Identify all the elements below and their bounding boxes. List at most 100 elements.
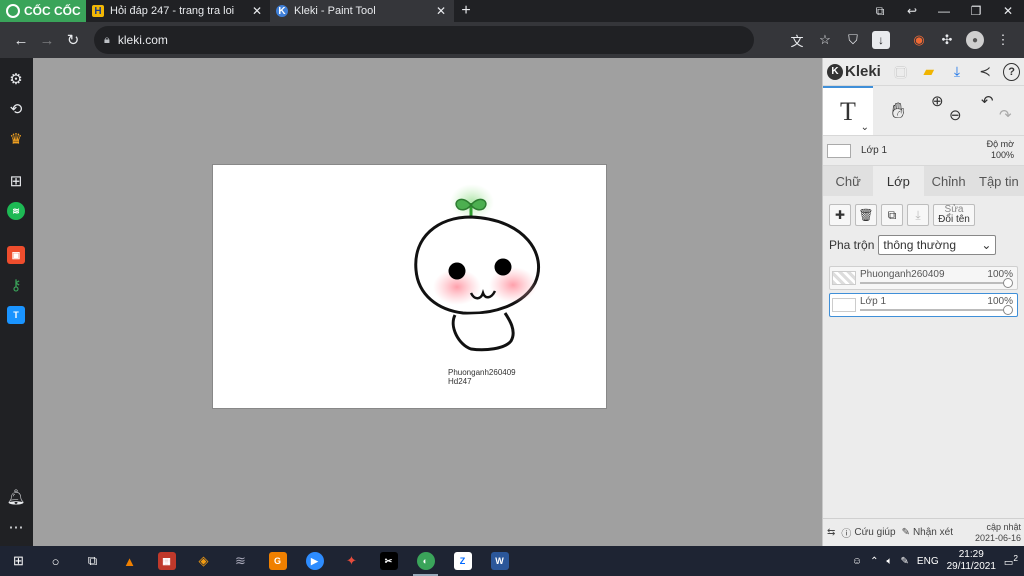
minimize-button[interactable]: — (928, 4, 960, 18)
redo-icon[interactable]: ↷ (999, 106, 1012, 124)
open-folder-icon[interactable]: ▰ (917, 60, 941, 84)
opacity-slider-handle[interactable] (1003, 305, 1013, 315)
tab-kleki[interactable]: K Kleki - Paint Tool ✕ (270, 0, 454, 22)
browser-brand-button[interactable]: CỐC CỐC (0, 0, 86, 22)
kleki-logo[interactable]: K Kleki (827, 63, 885, 80)
shield-icon[interactable]: ⛉ (840, 27, 866, 53)
history-icon[interactable]: ⟲ (5, 98, 27, 120)
history-controls: ↶ ↷ (973, 86, 1023, 135)
help-icon[interactable]: ? (1003, 62, 1020, 81)
notification-icon[interactable]: ▭2 (1004, 553, 1018, 568)
panel-tabs: Chữ Lớp Chỉnh Tập tin (823, 166, 1024, 196)
opacity-slider-handle[interactable] (1003, 278, 1013, 288)
tab-text[interactable]: Chữ (823, 166, 874, 196)
extension-colorful-icon[interactable]: ◉ (906, 27, 932, 53)
lock-icon: 🔒︎ (104, 33, 110, 46)
app-orange-icon[interactable]: ◈ (185, 546, 222, 576)
text-tool-button[interactable]: T ⌄ (823, 86, 873, 135)
opacity-slider-track[interactable] (860, 282, 1009, 284)
more-icon[interactable]: ⋯ (5, 516, 27, 538)
capcut-icon[interactable]: ✂ (370, 546, 407, 576)
layer-item[interactable]: Lớp 1 100% (829, 293, 1018, 317)
help-link[interactable]: ⓘ Cứu giúp (841, 525, 895, 540)
chevron-up-icon[interactable]: ⌃ (870, 556, 878, 567)
reload-button[interactable]: ↻ (60, 27, 86, 53)
windows-start-icon[interactable]: ⊞ (0, 546, 37, 576)
extensions-puzzle-icon[interactable]: ✣ (934, 27, 960, 53)
share-icon[interactable]: ≺ (973, 60, 997, 84)
eye-left (448, 262, 466, 280)
zoom-out-icon[interactable]: ⊖ (949, 106, 962, 124)
vlc-icon[interactable]: ▲ (111, 546, 148, 576)
back-button[interactable]: ← (8, 27, 34, 53)
feedback-link[interactable]: ✎ Nhận xét (902, 527, 953, 538)
drawing-artwork (414, 184, 541, 352)
blend-mode-select[interactable]: thông thường ⌄ (878, 235, 997, 255)
language-indicator[interactable]: ENG (917, 556, 939, 567)
address-bar[interactable]: 🔒︎ kleki.com (94, 26, 754, 54)
close-window-button[interactable]: ✕ (992, 4, 1024, 18)
save-download-icon[interactable]: ⤓ (945, 60, 969, 84)
tiki-icon[interactable]: T (5, 304, 27, 326)
swap-sides-icon[interactable]: ⇆ (827, 527, 835, 538)
kleki-panel: K Kleki ▢ ▰ ⤓ ≺ ? T ⌄ ✋︎ ⊕ ⊖ ↶ ↷ Lớp 1 Đ… (822, 58, 1024, 546)
download-icon[interactable]: ↓ (868, 27, 894, 53)
crown-icon[interactable]: ♛ (5, 128, 27, 150)
new-tab-button[interactable]: + (454, 0, 478, 22)
rename-layer-button[interactable]: Sửa Đổi tên (933, 204, 975, 226)
bookmark-star-icon[interactable]: ☆ (812, 27, 838, 53)
close-icon[interactable]: ✕ (434, 4, 448, 18)
app-grid-icon[interactable]: ▦ (148, 546, 185, 576)
add-panel-icon[interactable]: ⊞ (5, 170, 27, 192)
close-icon[interactable]: ✕ (250, 4, 264, 18)
chevron-down-icon[interactable]: ⌄ (861, 122, 869, 133)
app-red-icon[interactable]: ✦ (333, 546, 370, 576)
key-icon[interactable]: ⚷ (5, 274, 27, 296)
menu-icon[interactable]: ⋮ (990, 27, 1016, 53)
new-image-icon[interactable]: ▢ (889, 60, 913, 84)
tab-file[interactable]: Tập tin (973, 166, 1024, 196)
layer-item[interactable]: Phuonganh260409 100% (829, 266, 1018, 290)
add-layer-button[interactable]: ✚ (829, 204, 851, 226)
hand-tool-button[interactable]: ✋︎ (873, 86, 923, 135)
pen-icon[interactable]: ✎ (901, 556, 909, 567)
zalo-icon[interactable]: Z (444, 546, 481, 576)
delete-layer-button[interactable]: 🗑︎ (855, 204, 877, 226)
update-info[interactable]: cập nhật 2021-06-16 (975, 522, 1021, 544)
brand-label: CỐC CỐC (24, 4, 81, 18)
opacity-slider-track[interactable] (860, 309, 1009, 311)
canvas-workarea[interactable]: Phuonganh260409 Hd247 (33, 58, 822, 546)
spotify-icon[interactable]: ≋ (5, 200, 27, 222)
zoom-app-icon[interactable]: ▶ (296, 546, 333, 576)
bell-icon[interactable]: 🔔︎ (5, 486, 27, 508)
word-icon[interactable]: W (481, 546, 518, 576)
undo-icon[interactable]: ↶ (981, 92, 994, 110)
app-layers-icon[interactable]: ≋ (222, 546, 259, 576)
coccoc-taskbar-icon[interactable]: ◐ (407, 546, 444, 576)
restore-button[interactable]: ❐ (960, 4, 992, 18)
shopee-icon[interactable]: ▣ (5, 244, 27, 266)
merge-down-button[interactable]: ⤓ (907, 204, 929, 226)
kleki-favicon-icon: K (276, 5, 288, 17)
notification-count: 2 (1013, 553, 1018, 564)
clock[interactable]: 21:29 29/11/2021 (947, 549, 996, 573)
volume-icon[interactable]: 🔈︎ (887, 556, 893, 567)
task-view-icon[interactable]: ⧉ (74, 546, 111, 576)
duplicate-layer-button[interactable]: ⧉ (881, 204, 903, 226)
cast-icon[interactable]: ⧉ (864, 4, 896, 19)
forward-button[interactable]: → (34, 27, 60, 53)
search-circle-icon[interactable]: ○ (37, 546, 74, 576)
tab-adjust[interactable]: Chỉnh (923, 166, 974, 196)
tab-layers[interactable]: Lớp (873, 166, 924, 196)
drawing-canvas[interactable]: Phuonganh260409 Hd247 (212, 164, 607, 409)
browser-toolbar: ← → ↻ 🔒︎ kleki.com 文 ☆ ⛉ ↓ ◉ ✣ ● ⋮ (0, 22, 1024, 58)
profile-avatar[interactable]: ● (962, 27, 988, 53)
settings-gear-icon[interactable]: ⚙ (5, 68, 27, 90)
back-history-icon[interactable]: ↩ (896, 4, 928, 18)
tab-hoidap[interactable]: H Hỏi đáp 247 - trang tra loi ✕ (86, 0, 270, 22)
zoom-in-icon[interactable]: ⊕ (931, 92, 944, 110)
translate-icon[interactable]: 文 (784, 27, 810, 53)
people-icon[interactable]: ☺ (852, 556, 862, 567)
app-g-icon[interactable]: G (259, 546, 296, 576)
zoom-controls: ⊕ ⊖ (923, 86, 973, 135)
